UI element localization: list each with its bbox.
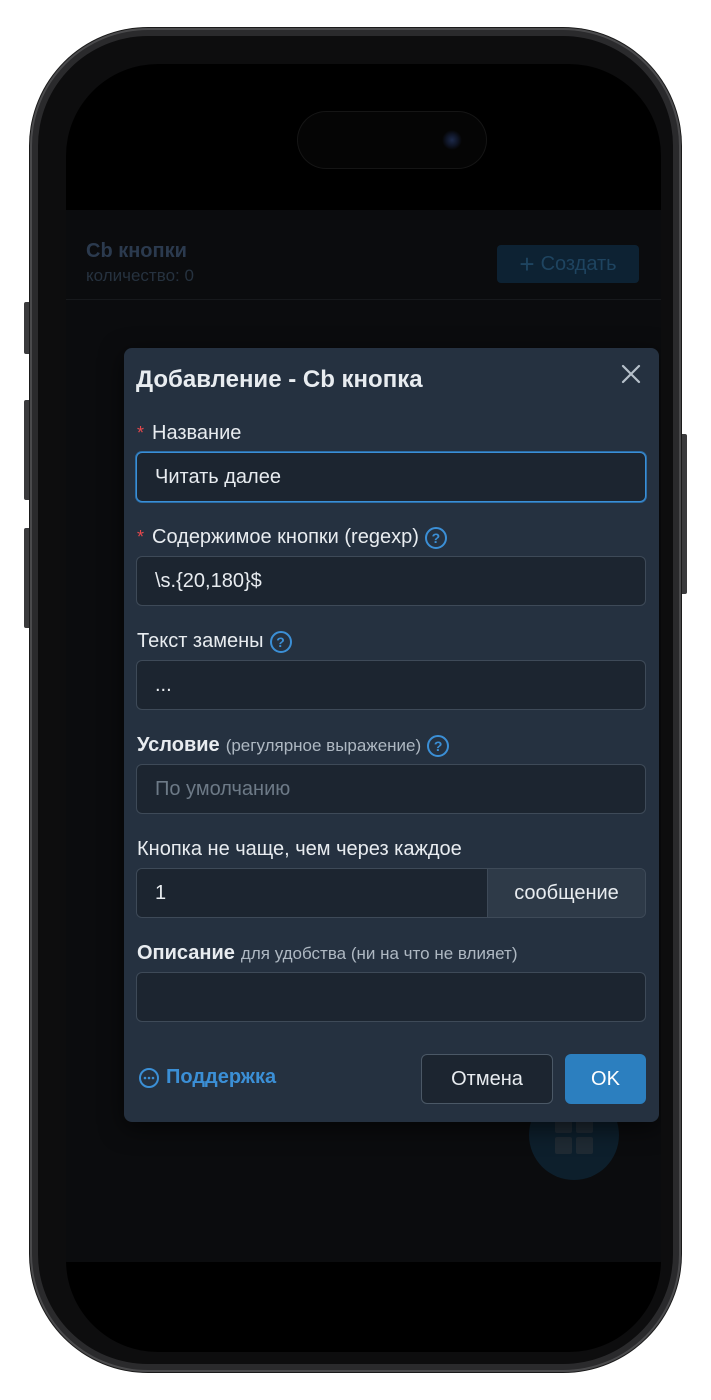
- required-mark: *: [137, 527, 145, 547]
- frequency-label: Кнопка не чаще, чем через каждое: [137, 838, 462, 860]
- close-icon[interactable]: [617, 360, 645, 388]
- phone-bezel: Cb кнопки количество: 0 + Создать Добавл…: [38, 36, 673, 1364]
- frequency-input-group: 1 сообщение: [136, 868, 646, 918]
- chat-bubble-icon: [139, 1067, 159, 1088]
- item-count: количество: 0: [86, 266, 194, 285]
- help-icon[interactable]: ?: [424, 526, 447, 549]
- page-title: Cb кнопки: [86, 240, 187, 262]
- plus-icon: +: [519, 249, 535, 279]
- support-link[interactable]: Поддержка: [138, 1066, 276, 1089]
- frequency-input[interactable]: 1: [137, 869, 487, 917]
- dynamic-island: [298, 112, 486, 168]
- description-label: Описание для удобства (ни на что не влия…: [137, 942, 518, 964]
- ok-button[interactable]: OK: [565, 1054, 646, 1104]
- content-regexp-input[interactable]: \s.{20,180}$: [136, 556, 646, 606]
- phone-screen: Cb кнопки количество: 0 + Создать Добавл…: [66, 64, 661, 1352]
- phone-frame: Cb кнопки количество: 0 + Создать Добавл…: [30, 28, 681, 1372]
- content-label: * Содержимое кнопки (regexp) ?: [137, 526, 447, 549]
- frequency-unit-addon: сообщение: [487, 869, 645, 917]
- name-label: * Название: [137, 422, 242, 444]
- app-header: Cb кнопки количество: 0 + Создать: [66, 210, 661, 300]
- add-cb-button-dialog: Добавление - Cb кнопка * Название Читать…: [124, 348, 659, 1122]
- required-mark: *: [137, 423, 145, 443]
- camera-icon: [442, 130, 462, 150]
- help-icon[interactable]: ?: [269, 630, 292, 653]
- condition-label: Условие (регулярное выражение) ?: [137, 734, 450, 757]
- condition-input[interactable]: По умолчанию: [136, 764, 646, 814]
- replace-text-input[interactable]: ...: [136, 660, 646, 710]
- description-input[interactable]: [136, 972, 646, 1022]
- dialog-title: Добавление - Cb кнопка: [136, 366, 423, 393]
- create-button-label: Создать: [540, 252, 617, 275]
- replace-label: Текст замены ?: [137, 630, 292, 653]
- cancel-button[interactable]: Отмена: [421, 1054, 553, 1104]
- name-input[interactable]: Читать далее: [136, 452, 646, 502]
- create-button[interactable]: + Создать: [497, 245, 639, 283]
- help-icon[interactable]: ?: [427, 734, 450, 757]
